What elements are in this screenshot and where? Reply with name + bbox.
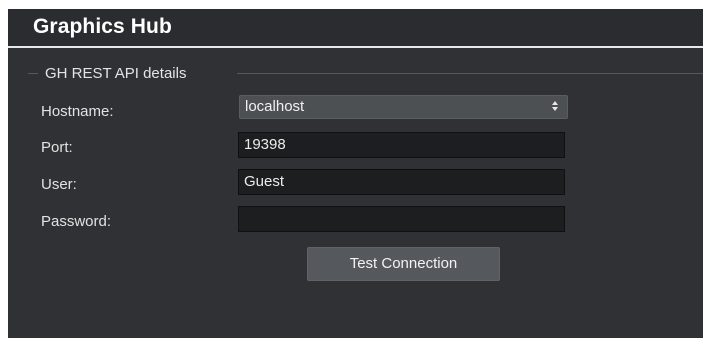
group-border-right xyxy=(237,73,703,74)
header-divider xyxy=(8,46,703,48)
group-border-left xyxy=(28,73,38,74)
password-field[interactable] xyxy=(238,206,565,232)
hostname-label: Hostname: xyxy=(41,103,114,120)
user-label: User: xyxy=(41,176,77,193)
updown-chevron-icon xyxy=(552,101,558,111)
panel-header: Graphics Hub xyxy=(8,9,703,46)
password-label: Password: xyxy=(41,213,112,230)
graphics-hub-panel: Graphics Hub GH REST API details Hostnam… xyxy=(8,9,703,338)
hostname-select[interactable]: localhost xyxy=(239,95,568,119)
port-field[interactable]: 19398 xyxy=(238,132,565,158)
group-legend: GH REST API details xyxy=(45,65,187,82)
page-title: Graphics Hub xyxy=(33,15,172,38)
test-connection-button[interactable]: Test Connection xyxy=(307,247,500,281)
hostname-selected-value: localhost xyxy=(245,98,305,115)
user-field[interactable]: Guest xyxy=(238,169,565,195)
port-label: Port: xyxy=(41,139,73,156)
